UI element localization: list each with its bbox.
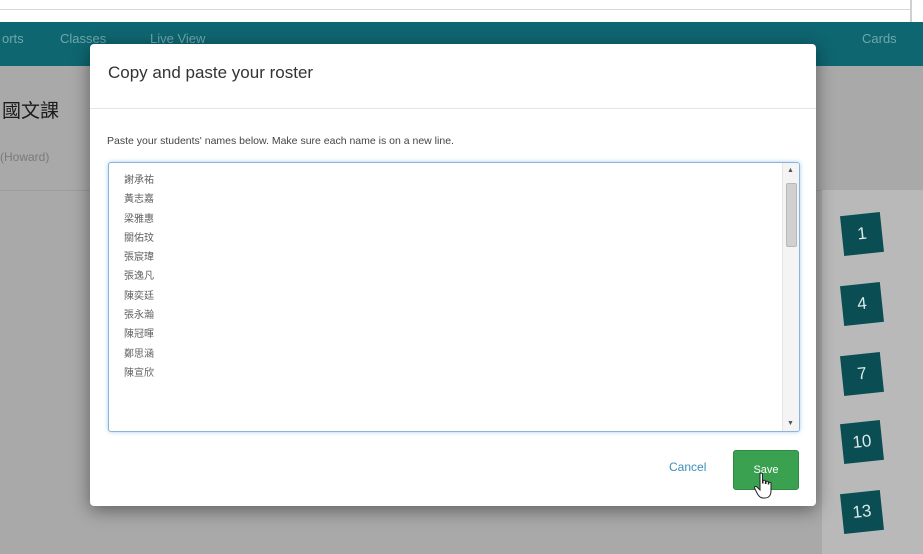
scroll-up-arrow-icon[interactable]: ▲: [787, 167, 794, 174]
nav-item-cards[interactable]: Cards: [862, 31, 897, 46]
seat-tile[interactable]: 13: [840, 490, 884, 534]
roster-name-line: 陳冠暉: [124, 329, 154, 341]
scroll-thumb[interactable]: [786, 183, 797, 247]
roster-names-list: 謝承祐黃志嘉梁雅惠關佑玟張宸瑋張逸凡陳奕廷張永瀚陳冠暉鄭思涵陳宣欣: [124, 171, 154, 383]
roster-name-line: 關佑玟: [124, 232, 154, 244]
roster-name-line: 謝承祐: [124, 175, 154, 186]
top-strip-edge: [910, 0, 912, 22]
roster-name-line: 鄭思涵: [124, 348, 154, 360]
seating-panel: 1 4 7 10 13: [822, 190, 923, 554]
seat-tile[interactable]: 1: [840, 212, 884, 256]
teacher-name: (Howard): [0, 150, 50, 164]
roster-name-line: 張永瀚: [124, 310, 154, 322]
roster-name-line: 陳奕廷: [124, 290, 154, 302]
modal-title: Copy and paste your roster: [108, 63, 314, 82]
roster-instructions: Paste your students' names below. Make s…: [107, 135, 454, 147]
seat-tile[interactable]: 4: [840, 282, 884, 326]
hand-cursor-icon: [753, 472, 772, 499]
roster-name-line: 張逸凡: [124, 271, 154, 283]
class-title: 國文課: [2, 100, 60, 122]
roster-modal: Copy and paste your roster Paste your st…: [90, 44, 816, 506]
nav-item-reports[interactable]: orts: [2, 31, 24, 46]
cancel-button[interactable]: Cancel: [669, 460, 706, 474]
modal-header: Copy and paste your roster: [90, 44, 816, 109]
scroll-down-arrow-icon[interactable]: ▼: [787, 420, 794, 427]
roster-textarea[interactable]: 謝承祐黃志嘉梁雅惠關佑玟張宸瑋張逸凡陳奕廷張永瀚陳冠暉鄭思涵陳宣欣 ▲ ▼: [108, 162, 800, 432]
roster-name-line: 陳宣欣: [124, 367, 154, 379]
roster-name-line: 張宸瑋: [124, 252, 154, 264]
seat-tile[interactable]: 10: [840, 420, 884, 464]
seat-tile[interactable]: 7: [840, 352, 884, 396]
browser-top-strip: [0, 0, 923, 22]
top-strip-divider: [0, 9, 910, 10]
roster-name-line: 黃志嘉: [124, 194, 154, 206]
roster-scrollbar[interactable]: ▲ ▼: [782, 163, 799, 431]
roster-name-line: 梁雅惠: [124, 213, 154, 225]
